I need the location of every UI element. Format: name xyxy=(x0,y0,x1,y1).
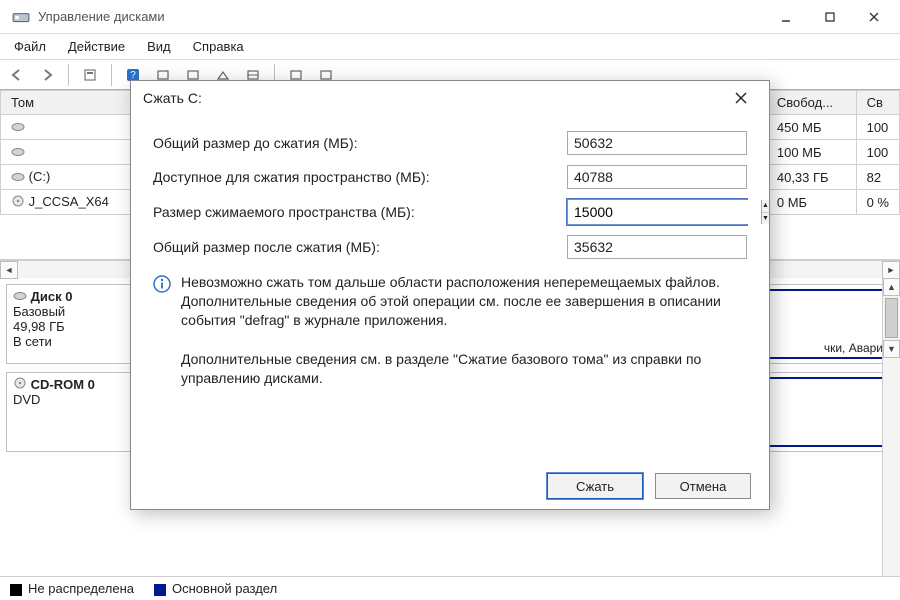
dialog-info-text-1: Невозможно сжать том дальше области расп… xyxy=(181,273,747,330)
scroll-left-icon[interactable]: ◄ xyxy=(0,261,18,279)
dialog-button-bar: Сжать Отмена xyxy=(131,463,769,509)
label-available: Доступное для сжатия пространство (МБ): xyxy=(153,169,567,185)
menubar: Файл Действие Вид Справка xyxy=(0,34,900,60)
legend-swatch-primary xyxy=(154,584,166,596)
volume-icon xyxy=(11,145,25,160)
menu-view[interactable]: Вид xyxy=(147,39,171,54)
nav-back-button[interactable] xyxy=(6,64,28,86)
disk-info: CD-ROM 0 DVD xyxy=(7,373,135,451)
value-total-before: 50632 xyxy=(567,131,747,155)
disk-info: Диск 0 Базовый 49,98 ГБ В сети xyxy=(7,285,135,363)
info-icon xyxy=(153,275,171,387)
disk-icon xyxy=(13,289,27,304)
spinner-up-icon[interactable]: ▲ xyxy=(762,200,769,213)
window-title: Управление дисками xyxy=(38,9,764,24)
cancel-button[interactable]: Отмена xyxy=(655,473,751,499)
label-total-before: Общий размер до сжатия (МБ): xyxy=(153,135,567,151)
app-icon xyxy=(12,8,30,26)
dialog-titlebar: Сжать C: xyxy=(131,81,769,115)
value-total-after: 35632 xyxy=(567,235,747,259)
shrink-amount-spinner[interactable]: ▲ ▼ xyxy=(567,199,747,225)
scroll-up-icon[interactable]: ▲ xyxy=(883,278,900,296)
dialog-close-button[interactable] xyxy=(725,82,757,114)
scroll-right-icon[interactable]: ► xyxy=(882,261,900,279)
scroll-down-icon[interactable]: ▼ xyxy=(883,340,900,358)
shrink-button[interactable]: Сжать xyxy=(547,473,643,499)
titlebar: Управление дисками xyxy=(0,0,900,34)
spinner-down-icon[interactable]: ▼ xyxy=(762,213,769,225)
maximize-button[interactable] xyxy=(808,0,852,34)
nav-forward-button[interactable] xyxy=(36,64,58,86)
legend-swatch-unallocated xyxy=(10,584,22,596)
tool-properties-icon[interactable] xyxy=(79,64,101,86)
shrink-amount-input[interactable] xyxy=(568,200,761,224)
col-free[interactable]: Свобод... xyxy=(766,91,856,115)
label-total-after: Общий размер после сжатия (МБ): xyxy=(153,239,567,255)
menu-file[interactable]: Файл xyxy=(14,39,46,54)
value-available: 40788 xyxy=(567,165,747,189)
close-window-button[interactable] xyxy=(852,0,896,34)
legend: Не распределена Основной раздел xyxy=(0,576,900,600)
volume-icon xyxy=(11,170,25,185)
scroll-thumb[interactable] xyxy=(885,298,898,338)
label-shrink-amount: Размер сжимаемого пространства (МБ): xyxy=(153,204,567,220)
vertical-scrollbar[interactable]: ▲ ▼ xyxy=(882,278,900,576)
dialog-info-text-2: Дополнительные сведения см. в разделе "С… xyxy=(181,350,747,388)
dialog-title: Сжать C: xyxy=(143,90,725,106)
menu-help[interactable]: Справка xyxy=(193,39,244,54)
volume-icon xyxy=(11,120,25,135)
disc-icon xyxy=(11,195,25,210)
disc-icon xyxy=(13,377,27,392)
svg-text:?: ? xyxy=(130,70,136,81)
shrink-dialog: Сжать C: Общий размер до сжатия (МБ): 50… xyxy=(130,80,770,510)
minimize-button[interactable] xyxy=(764,0,808,34)
col-free-pct[interactable]: Св xyxy=(856,91,899,115)
menu-action[interactable]: Действие xyxy=(68,39,125,54)
dialog-body: Общий размер до сжатия (МБ): 50632 Досту… xyxy=(131,115,769,463)
